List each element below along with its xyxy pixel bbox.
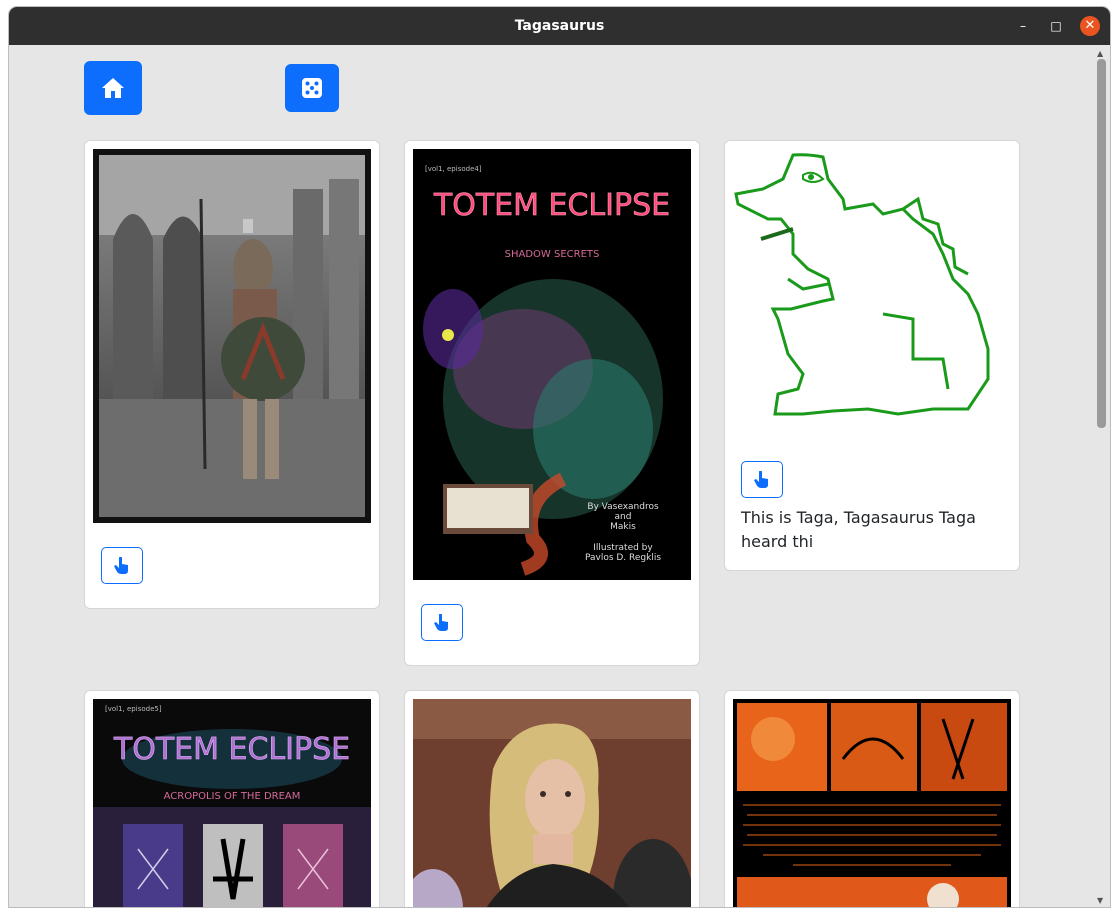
cover-subtitle: SHADOW SECRETS [505, 249, 600, 260]
like-button[interactable] [741, 461, 783, 498]
card-image[interactable] [93, 149, 371, 523]
totem-eclipse-acropolis-cover: [vol1, episode5] TOTEM ECLIPSE ACROPOLIS… [93, 699, 371, 907]
cover-illustrator: Pavlos D. Regklis [585, 553, 661, 563]
card-image[interactable]: [vol1, episode4] TOTEM ECLIPSE SHADOW SE… [413, 149, 691, 580]
gallery-card: This is Taga, Tagasaurus Taga heard thi [724, 140, 1020, 571]
cover-credit-name: Makis [610, 522, 636, 532]
woman-portrait-photo [413, 699, 691, 907]
gallery-card: [vol1, episode4] TOTEM ECLIPSE SHADOW SE… [404, 140, 700, 666]
minimize-button[interactable]: – [1013, 16, 1033, 36]
gallery-card [404, 690, 700, 907]
card-image[interactable] [413, 699, 691, 907]
spartan-warrior-photo [99, 155, 365, 517]
gallery-card: [vol1, episode5] TOTEM ECLIPSE ACROPOLIS… [84, 690, 380, 907]
cover-header: [vol1, episode4] [425, 165, 482, 173]
hand-pointer-icon [114, 556, 128, 574]
vertical-scrollbar[interactable]: ▲ ▼ [1094, 45, 1108, 907]
cover-credit-and: and [615, 512, 632, 522]
cover-subtitle: ACROPOLIS OF THE DREAM [164, 791, 301, 802]
gallery-card [724, 690, 1020, 907]
app-window: Tagasaurus – □ ✕ [vol1, episode4] TOTEM … [9, 7, 1110, 907]
title-bar: Tagasaurus – □ ✕ [9, 7, 1110, 45]
cover-header: [vol1, episode5] [105, 705, 162, 713]
cover-credit-by: By Vasexandros [587, 502, 659, 512]
main-content: [vol1, episode4] TOTEM ECLIPSE SHADOW SE… [9, 45, 1110, 907]
like-button[interactable] [101, 547, 143, 584]
home-icon [102, 78, 124, 98]
scroll-up-icon[interactable]: ▲ [1097, 49, 1103, 58]
cover-title: TOTEM ECLIPSE [433, 188, 670, 223]
cover-title: TOTEM ECLIPSE [113, 732, 350, 767]
card-caption: This is Taga, Tagasaurus Taga heard thi [741, 508, 976, 551]
random-button[interactable] [285, 64, 339, 112]
scrollbar-thumb[interactable] [1097, 59, 1106, 428]
scroll-down-icon[interactable]: ▼ [1097, 896, 1103, 905]
window-title: Tagasaurus [514, 18, 605, 34]
maximize-button[interactable]: □ [1046, 16, 1066, 36]
gallery-card [84, 140, 380, 609]
hand-pointer-icon [754, 470, 768, 488]
taga-dinosaur-drawing [734, 153, 990, 416]
hand-pointer-icon [434, 613, 448, 631]
card-image[interactable] [733, 699, 1011, 907]
card-image[interactable]: [vol1, episode5] TOTEM ECLIPSE ACROPOLIS… [93, 699, 371, 907]
close-button[interactable]: ✕ [1080, 16, 1100, 36]
like-button[interactable] [421, 604, 463, 641]
cover-illustrated: Illustrated by [593, 543, 653, 553]
home-button[interactable] [84, 61, 142, 115]
card-image[interactable] [733, 149, 1011, 445]
totem-eclipse-shadow-secrets-cover: [vol1, episode4] TOTEM ECLIPSE SHADOW SE… [413, 149, 691, 580]
dice-icon [302, 78, 322, 98]
hercules-comic-page [733, 699, 1011, 907]
